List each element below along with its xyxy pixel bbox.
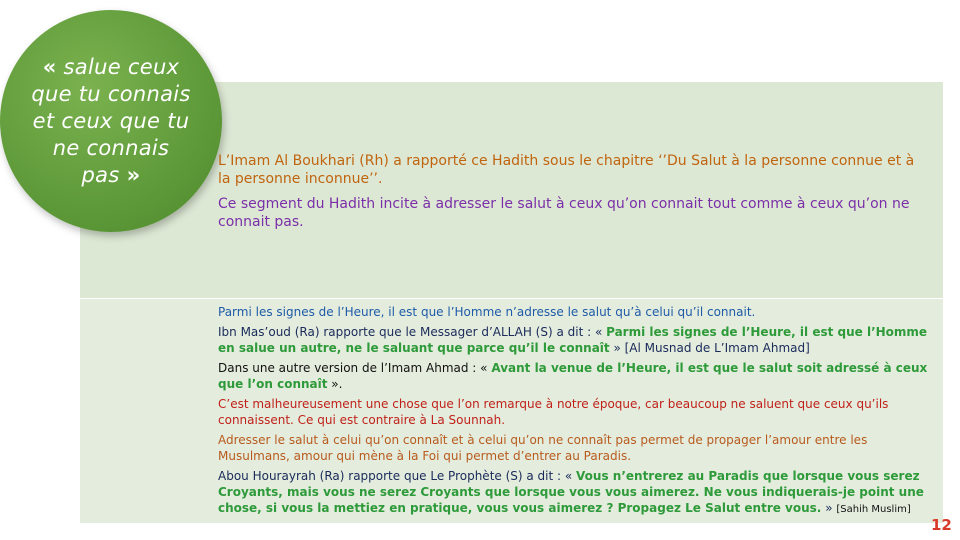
- quote-close: »: [126, 162, 141, 187]
- p3-post: ».: [327, 377, 343, 391]
- quote-open: «: [42, 54, 57, 79]
- title-circle: « salue ceux que tu connais et ceux que …: [0, 10, 222, 232]
- page-number: 12: [931, 516, 952, 534]
- body-paragraph-2: Ibn Mas’oud (Ra) rapporte que le Message…: [218, 324, 938, 356]
- p2-pre: Ibn Mas’oud (Ra) rapporte que le Message…: [218, 325, 607, 339]
- circle-title: « salue ceux que tu connais et ceux que …: [31, 54, 191, 189]
- intro-paragraph-2: Ce segment du Hadith incite à adresser l…: [218, 196, 910, 230]
- p6-post: »: [821, 501, 837, 515]
- intro-paragraph-1: L’Imam Al Boukhari (Rh) a rapporté ce Ha…: [218, 153, 915, 187]
- p6-source: [Sahih Muslim]: [836, 504, 911, 515]
- p3-pre: Dans une autre version de l’Imam Ahmad :…: [218, 361, 492, 375]
- p6-pre: Abou Hourayrah (Ra) rapporte que Le Prop…: [218, 469, 577, 483]
- body-text: Parmi les signes de l’Heure, il est que …: [218, 304, 938, 522]
- intro-text: L’Imam Al Boukhari (Rh) a rapporté ce Ha…: [218, 152, 928, 238]
- body-paragraph-3: Dans une autre version de l’Imam Ahmad :…: [218, 360, 938, 392]
- body-paragraph-5: Adresser le salut à celui qu’on connaît …: [218, 433, 868, 463]
- body-paragraph-6: Abou Hourayrah (Ra) rapporte que Le Prop…: [218, 468, 938, 518]
- body-paragraph-4: C’est malheureusement une chose que l’on…: [218, 397, 889, 427]
- body-paragraph-1: Parmi les signes de l’Heure, il est que …: [218, 305, 756, 319]
- p2-post: » [Al Musnad de L’Imam Ahmad]: [609, 341, 810, 355]
